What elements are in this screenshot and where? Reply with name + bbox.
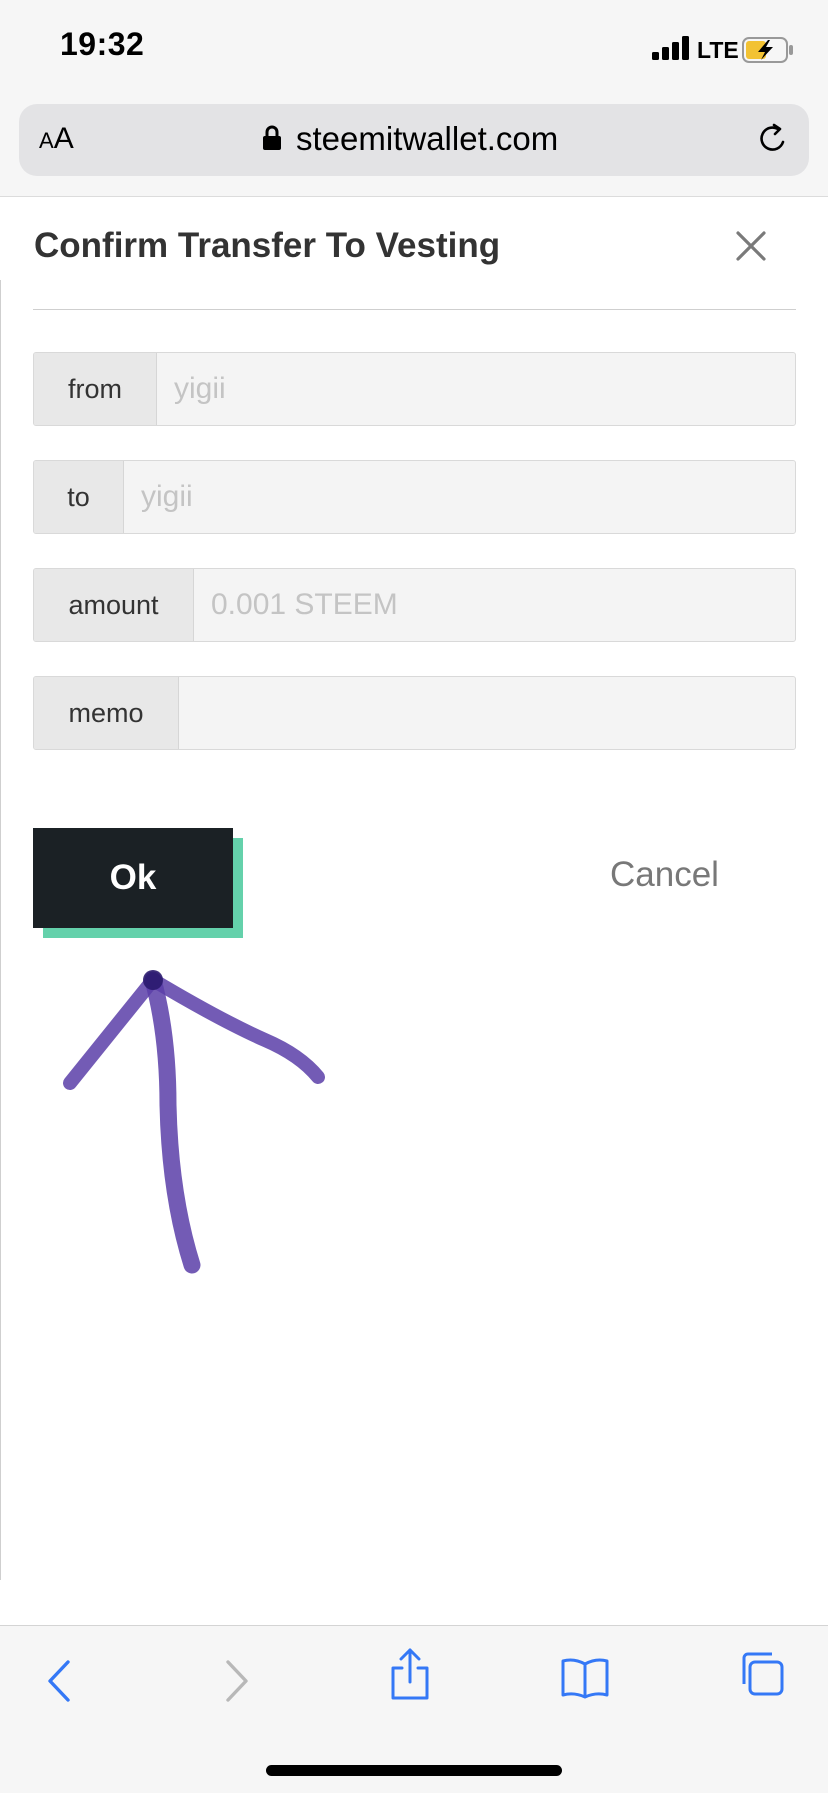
text-size-button[interactable]: AA xyxy=(39,122,74,156)
lock-icon xyxy=(262,125,282,156)
tabs-icon[interactable] xyxy=(738,1650,786,1703)
title-divider xyxy=(33,309,796,310)
to-value[interactable]: yigii xyxy=(124,461,795,533)
cancel-button[interactable]: Cancel xyxy=(610,855,719,895)
forward-icon[interactable] xyxy=(222,1658,252,1709)
from-label: from xyxy=(34,353,157,425)
modal-title: Confirm Transfer To Vesting xyxy=(34,226,501,265)
amount-value[interactable]: 0.001 STEEM xyxy=(194,569,795,641)
text-size-small-letter: A xyxy=(39,128,54,153)
url-text[interactable]: steemitwallet.com xyxy=(296,120,558,158)
from-field[interactable]: from yigii xyxy=(33,352,796,426)
bookmarks-icon[interactable] xyxy=(560,1656,610,1705)
to-label: to xyxy=(34,461,124,533)
signal-icon xyxy=(652,36,690,60)
amount-label: amount xyxy=(34,569,194,641)
back-icon[interactable] xyxy=(44,1658,74,1709)
network-type: LTE xyxy=(697,37,739,63)
from-value[interactable]: yigii xyxy=(157,353,795,425)
status-time: 19:32 xyxy=(60,26,145,62)
reload-icon[interactable] xyxy=(756,122,790,161)
hand-drawn-arrow-icon xyxy=(50,955,340,1290)
memo-label: memo xyxy=(34,677,179,749)
share-icon[interactable] xyxy=(388,1646,432,1707)
page-edge xyxy=(0,280,3,1580)
memo-input[interactable] xyxy=(179,677,795,749)
close-icon[interactable] xyxy=(733,228,769,269)
ok-button[interactable]: Ok xyxy=(33,828,233,928)
amount-field[interactable]: amount 0.001 STEEM xyxy=(33,568,796,642)
to-field[interactable]: to yigii xyxy=(33,460,796,534)
text-size-large-letter: A xyxy=(53,122,74,155)
home-indicator xyxy=(266,1765,562,1776)
battery-charging-icon xyxy=(742,37,794,68)
memo-field[interactable]: memo xyxy=(33,676,796,750)
